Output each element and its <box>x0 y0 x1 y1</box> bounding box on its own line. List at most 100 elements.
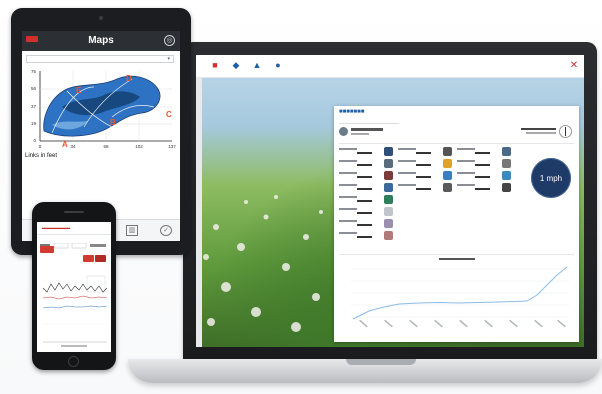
y-tick-label: 19 <box>31 121 37 126</box>
sensor-icon <box>384 195 393 204</box>
point-label-c: C <box>166 110 172 119</box>
topbar-nav: ■ ◆ ▲ ● <box>208 58 285 72</box>
graph-icon[interactable]: ◆ <box>229 58 243 72</box>
last-updated-detail <box>526 132 556 134</box>
sensor-icon <box>502 159 511 168</box>
station-details <box>351 133 369 135</box>
tablet-header: Maps ◎ <box>22 31 180 51</box>
home-button[interactable] <box>68 356 79 367</box>
y-tick-label: 37 <box>31 104 37 109</box>
point-label-b: B <box>110 118 116 127</box>
sensor-icon <box>384 207 393 216</box>
close-icon[interactable]: ✕ <box>566 57 582 73</box>
app-topbar: ■ ◆ ▲ ● ✕ <box>196 55 584 78</box>
sensor-reading <box>398 146 454 158</box>
sensor-icon <box>384 159 393 168</box>
phone-title: ▬▬▬▬▬▬▬ <box>42 225 70 230</box>
phone-screen: ▬▬▬▬▬▬▬ <box>37 222 111 352</box>
sensor-icon <box>502 171 511 180</box>
laptop-base <box>128 359 602 383</box>
sensor-reading <box>339 206 395 218</box>
divider <box>339 143 574 144</box>
app-sidebar <box>196 77 202 347</box>
last-updated <box>521 128 556 130</box>
sensor-reading <box>339 194 395 206</box>
sensor-reading <box>339 182 395 194</box>
point-label-a: A <box>62 140 68 149</box>
sensor-icon <box>384 171 393 180</box>
phone-series-blue <box>42 305 108 309</box>
point-label-e: E <box>76 86 82 95</box>
phone-series-red <box>42 295 108 300</box>
sensor-reading <box>457 182 513 194</box>
phone-chart <box>42 275 108 347</box>
sensor-reading <box>339 158 395 170</box>
phone-settings-row <box>40 236 108 249</box>
sensor-reading <box>398 158 454 170</box>
panel-title: ■■■■■■■ <box>339 109 365 115</box>
phone-toggle-left[interactable] <box>83 255 94 262</box>
wind-speed-dial: 1 mph <box>531 158 571 198</box>
phone-action-button[interactable] <box>40 246 54 253</box>
station-avatar <box>339 127 348 136</box>
phone-legend <box>61 345 87 347</box>
phone: ▬▬▬▬▬▬▬ <box>32 202 116 370</box>
sensor-reading <box>339 170 395 182</box>
chevron-down-icon: ▾ <box>167 56 170 62</box>
laptop-notch <box>346 359 416 365</box>
sensor-reading <box>457 146 513 158</box>
x-tick-label: 0 <box>39 144 42 149</box>
phone-header: ▬▬▬▬▬▬▬ <box>37 222 111 235</box>
phone-speaker <box>64 211 84 213</box>
check-icon[interactable]: ✓ <box>160 225 172 236</box>
sensor-icon <box>384 219 393 228</box>
sensor-column-1 <box>339 146 395 242</box>
wind-speed-value: 1 mph <box>539 173 563 183</box>
y-tick-label: 0 <box>33 138 36 143</box>
sensor-icon <box>384 183 393 192</box>
x-tick-labels: 0 34 68 102 137 <box>39 144 177 149</box>
links-label: Links in feet <box>25 153 58 159</box>
sensor-icon <box>443 171 452 180</box>
x-tick-label: 137 <box>168 144 176 149</box>
laptop: ■ ◆ ▲ ● ✕ ■■■■■■■ 1 mph <box>183 42 597 360</box>
sensor-reading <box>339 230 395 242</box>
x-tick-label: 34 <box>70 144 76 149</box>
compass-icon <box>559 125 572 138</box>
point-label-d: D <box>126 74 132 83</box>
sensor-icon <box>443 159 452 168</box>
sensor-reading <box>398 170 454 182</box>
temperature-chart <box>339 254 574 339</box>
alerts-icon[interactable]: ▲ <box>250 58 264 72</box>
field-select[interactable]: ▾ <box>26 55 174 63</box>
globe-icon[interactable]: ◎ <box>164 35 175 46</box>
product-scene: ■ ◆ ▲ ● ✕ ■■■■■■■ 1 mph Maps ◎ ▾ A B C D… <box>0 0 602 394</box>
book-icon[interactable]: ▥ <box>126 225 138 236</box>
y-tick-label: 56 <box>31 86 37 91</box>
dashboard-icon[interactable]: ■ <box>208 58 222 72</box>
laptop-screen: ■ ◆ ▲ ● ✕ ■■■■■■■ 1 mph <box>196 55 584 347</box>
sensor-icon <box>443 147 452 156</box>
station-selector[interactable] <box>339 118 399 124</box>
sensor-reading <box>457 170 513 182</box>
field-contour-map: A B C D E 75 56 37 19 0 0 34 68 102 137 <box>31 69 177 149</box>
sensor-icon <box>384 147 393 156</box>
x-tick-label: 102 <box>135 144 143 149</box>
tablet-title: Maps <box>88 35 114 46</box>
sensor-column-2 <box>398 146 454 194</box>
sensor-reading <box>339 218 395 230</box>
y-tick-label: 75 <box>31 69 37 74</box>
sensor-icon <box>384 231 393 240</box>
station-name <box>351 128 383 131</box>
phone-toggle-right[interactable] <box>95 255 106 262</box>
sensor-column-3 <box>457 146 513 194</box>
sensor-reading <box>339 146 395 158</box>
temperature-chart-plot <box>351 266 569 328</box>
sensor-reading <box>457 158 513 170</box>
current-conditions-panel: ■■■■■■■ 1 mph <box>334 106 579 342</box>
sensor-icon <box>502 183 511 192</box>
sensor-icon <box>443 183 452 192</box>
sensor-icon <box>502 147 511 156</box>
settings-icon[interactable]: ● <box>271 58 285 72</box>
x-tick-label: 68 <box>103 144 109 149</box>
